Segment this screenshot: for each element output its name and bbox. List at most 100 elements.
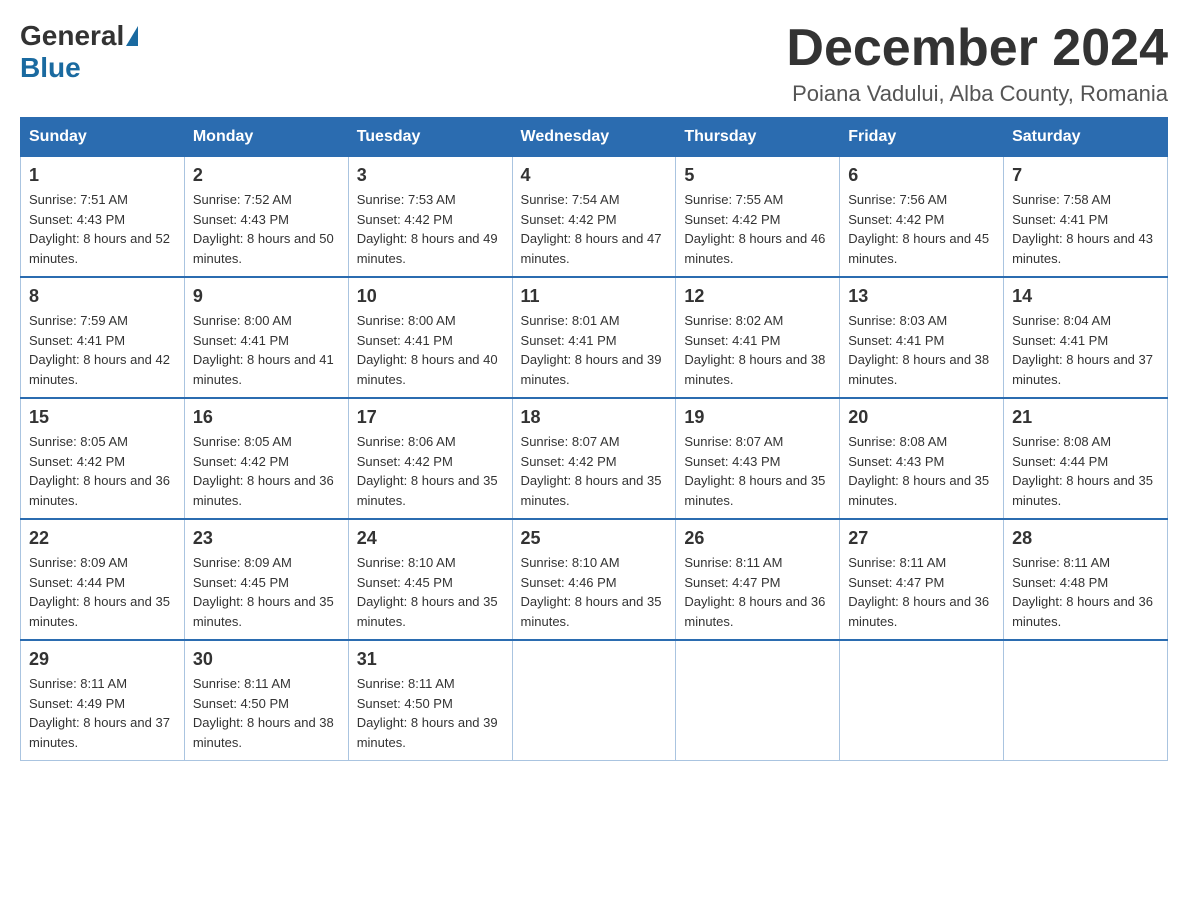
calendar-cell: 28 Sunrise: 8:11 AM Sunset: 4:48 PM Dayl… xyxy=(1004,519,1168,640)
day-number: 8 xyxy=(29,286,176,307)
day-info: Sunrise: 7:54 AM Sunset: 4:42 PM Dayligh… xyxy=(521,190,668,268)
day-info: Sunrise: 7:53 AM Sunset: 4:42 PM Dayligh… xyxy=(357,190,504,268)
day-number: 18 xyxy=(521,407,668,428)
day-info: Sunrise: 8:11 AM Sunset: 4:50 PM Dayligh… xyxy=(193,674,340,752)
calendar-cell: 15 Sunrise: 8:05 AM Sunset: 4:42 PM Dayl… xyxy=(21,398,185,519)
day-info: Sunrise: 8:04 AM Sunset: 4:41 PM Dayligh… xyxy=(1012,311,1159,389)
day-number: 14 xyxy=(1012,286,1159,307)
title-area: December 2024 Poiana Vadului, Alba Count… xyxy=(786,20,1168,107)
logo-blue-text: Blue xyxy=(20,52,81,83)
day-info: Sunrise: 8:11 AM Sunset: 4:49 PM Dayligh… xyxy=(29,674,176,752)
day-info: Sunrise: 8:08 AM Sunset: 4:44 PM Dayligh… xyxy=(1012,432,1159,510)
calendar-cell: 7 Sunrise: 7:58 AM Sunset: 4:41 PM Dayli… xyxy=(1004,157,1168,278)
calendar-cell: 24 Sunrise: 8:10 AM Sunset: 4:45 PM Dayl… xyxy=(348,519,512,640)
day-info: Sunrise: 8:08 AM Sunset: 4:43 PM Dayligh… xyxy=(848,432,995,510)
day-number: 30 xyxy=(193,649,340,670)
day-number: 12 xyxy=(684,286,831,307)
header-friday: Friday xyxy=(840,118,1004,157)
day-info: Sunrise: 8:01 AM Sunset: 4:41 PM Dayligh… xyxy=(521,311,668,389)
calendar-cell: 31 Sunrise: 8:11 AM Sunset: 4:50 PM Dayl… xyxy=(348,640,512,761)
day-number: 2 xyxy=(193,165,340,186)
day-number: 22 xyxy=(29,528,176,549)
day-info: Sunrise: 8:02 AM Sunset: 4:41 PM Dayligh… xyxy=(684,311,831,389)
day-number: 5 xyxy=(684,165,831,186)
day-info: Sunrise: 8:09 AM Sunset: 4:44 PM Dayligh… xyxy=(29,553,176,631)
calendar-cell xyxy=(840,640,1004,761)
day-number: 26 xyxy=(684,528,831,549)
day-number: 6 xyxy=(848,165,995,186)
day-number: 15 xyxy=(29,407,176,428)
calendar-cell xyxy=(512,640,676,761)
calendar-cell: 18 Sunrise: 8:07 AM Sunset: 4:42 PM Dayl… xyxy=(512,398,676,519)
day-number: 7 xyxy=(1012,165,1159,186)
calendar-week-3: 15 Sunrise: 8:05 AM Sunset: 4:42 PM Dayl… xyxy=(21,398,1168,519)
calendar-cell: 30 Sunrise: 8:11 AM Sunset: 4:50 PM Dayl… xyxy=(184,640,348,761)
day-number: 25 xyxy=(521,528,668,549)
day-info: Sunrise: 8:07 AM Sunset: 4:43 PM Dayligh… xyxy=(684,432,831,510)
calendar-cell: 2 Sunrise: 7:52 AM Sunset: 4:43 PM Dayli… xyxy=(184,157,348,278)
header-tuesday: Tuesday xyxy=(348,118,512,157)
day-info: Sunrise: 8:00 AM Sunset: 4:41 PM Dayligh… xyxy=(193,311,340,389)
day-info: Sunrise: 7:52 AM Sunset: 4:43 PM Dayligh… xyxy=(193,190,340,268)
calendar-cell: 23 Sunrise: 8:09 AM Sunset: 4:45 PM Dayl… xyxy=(184,519,348,640)
day-info: Sunrise: 8:11 AM Sunset: 4:50 PM Dayligh… xyxy=(357,674,504,752)
day-info: Sunrise: 7:51 AM Sunset: 4:43 PM Dayligh… xyxy=(29,190,176,268)
day-number: 17 xyxy=(357,407,504,428)
header-wednesday: Wednesday xyxy=(512,118,676,157)
location-title: Poiana Vadului, Alba County, Romania xyxy=(786,81,1168,107)
calendar-cell: 6 Sunrise: 7:56 AM Sunset: 4:42 PM Dayli… xyxy=(840,157,1004,278)
calendar-cell: 19 Sunrise: 8:07 AM Sunset: 4:43 PM Dayl… xyxy=(676,398,840,519)
day-info: Sunrise: 8:05 AM Sunset: 4:42 PM Dayligh… xyxy=(193,432,340,510)
day-info: Sunrise: 7:58 AM Sunset: 4:41 PM Dayligh… xyxy=(1012,190,1159,268)
calendar-cell xyxy=(1004,640,1168,761)
calendar-cell: 8 Sunrise: 7:59 AM Sunset: 4:41 PM Dayli… xyxy=(21,277,185,398)
day-number: 23 xyxy=(193,528,340,549)
calendar-cell: 9 Sunrise: 8:00 AM Sunset: 4:41 PM Dayli… xyxy=(184,277,348,398)
logo-general-text: General xyxy=(20,20,124,52)
calendar-cell: 12 Sunrise: 8:02 AM Sunset: 4:41 PM Dayl… xyxy=(676,277,840,398)
header-thursday: Thursday xyxy=(676,118,840,157)
calendar-cell: 25 Sunrise: 8:10 AM Sunset: 4:46 PM Dayl… xyxy=(512,519,676,640)
day-number: 24 xyxy=(357,528,504,549)
day-info: Sunrise: 8:06 AM Sunset: 4:42 PM Dayligh… xyxy=(357,432,504,510)
day-info: Sunrise: 7:55 AM Sunset: 4:42 PM Dayligh… xyxy=(684,190,831,268)
calendar-week-1: 1 Sunrise: 7:51 AM Sunset: 4:43 PM Dayli… xyxy=(21,157,1168,278)
day-number: 13 xyxy=(848,286,995,307)
day-number: 16 xyxy=(193,407,340,428)
header-sunday: Sunday xyxy=(21,118,185,157)
calendar-cell: 16 Sunrise: 8:05 AM Sunset: 4:42 PM Dayl… xyxy=(184,398,348,519)
day-info: Sunrise: 8:10 AM Sunset: 4:46 PM Dayligh… xyxy=(521,553,668,631)
calendar-cell: 29 Sunrise: 8:11 AM Sunset: 4:49 PM Dayl… xyxy=(21,640,185,761)
calendar-cell: 13 Sunrise: 8:03 AM Sunset: 4:41 PM Dayl… xyxy=(840,277,1004,398)
day-info: Sunrise: 8:11 AM Sunset: 4:48 PM Dayligh… xyxy=(1012,553,1159,631)
calendar-cell: 17 Sunrise: 8:06 AM Sunset: 4:42 PM Dayl… xyxy=(348,398,512,519)
day-number: 9 xyxy=(193,286,340,307)
calendar-cell: 21 Sunrise: 8:08 AM Sunset: 4:44 PM Dayl… xyxy=(1004,398,1168,519)
month-title: December 2024 xyxy=(786,20,1168,77)
calendar-cell: 11 Sunrise: 8:01 AM Sunset: 4:41 PM Dayl… xyxy=(512,277,676,398)
calendar-header-row: SundayMondayTuesdayWednesdayThursdayFrid… xyxy=(21,118,1168,157)
day-number: 31 xyxy=(357,649,504,670)
calendar-cell: 20 Sunrise: 8:08 AM Sunset: 4:43 PM Dayl… xyxy=(840,398,1004,519)
calendar-week-5: 29 Sunrise: 8:11 AM Sunset: 4:49 PM Dayl… xyxy=(21,640,1168,761)
day-number: 21 xyxy=(1012,407,1159,428)
header-monday: Monday xyxy=(184,118,348,157)
calendar-cell: 27 Sunrise: 8:11 AM Sunset: 4:47 PM Dayl… xyxy=(840,519,1004,640)
logo-triangle-icon xyxy=(126,26,138,46)
day-number: 3 xyxy=(357,165,504,186)
day-info: Sunrise: 8:00 AM Sunset: 4:41 PM Dayligh… xyxy=(357,311,504,389)
day-info: Sunrise: 8:11 AM Sunset: 4:47 PM Dayligh… xyxy=(684,553,831,631)
day-info: Sunrise: 7:59 AM Sunset: 4:41 PM Dayligh… xyxy=(29,311,176,389)
day-number: 1 xyxy=(29,165,176,186)
day-info: Sunrise: 8:07 AM Sunset: 4:42 PM Dayligh… xyxy=(521,432,668,510)
day-info: Sunrise: 8:03 AM Sunset: 4:41 PM Dayligh… xyxy=(848,311,995,389)
header-saturday: Saturday xyxy=(1004,118,1168,157)
day-info: Sunrise: 7:56 AM Sunset: 4:42 PM Dayligh… xyxy=(848,190,995,268)
calendar-cell: 1 Sunrise: 7:51 AM Sunset: 4:43 PM Dayli… xyxy=(21,157,185,278)
calendar-cell: 10 Sunrise: 8:00 AM Sunset: 4:41 PM Dayl… xyxy=(348,277,512,398)
logo: General Blue xyxy=(20,20,140,84)
calendar-cell: 22 Sunrise: 8:09 AM Sunset: 4:44 PM Dayl… xyxy=(21,519,185,640)
calendar-cell: 26 Sunrise: 8:11 AM Sunset: 4:47 PM Dayl… xyxy=(676,519,840,640)
day-number: 4 xyxy=(521,165,668,186)
day-number: 19 xyxy=(684,407,831,428)
